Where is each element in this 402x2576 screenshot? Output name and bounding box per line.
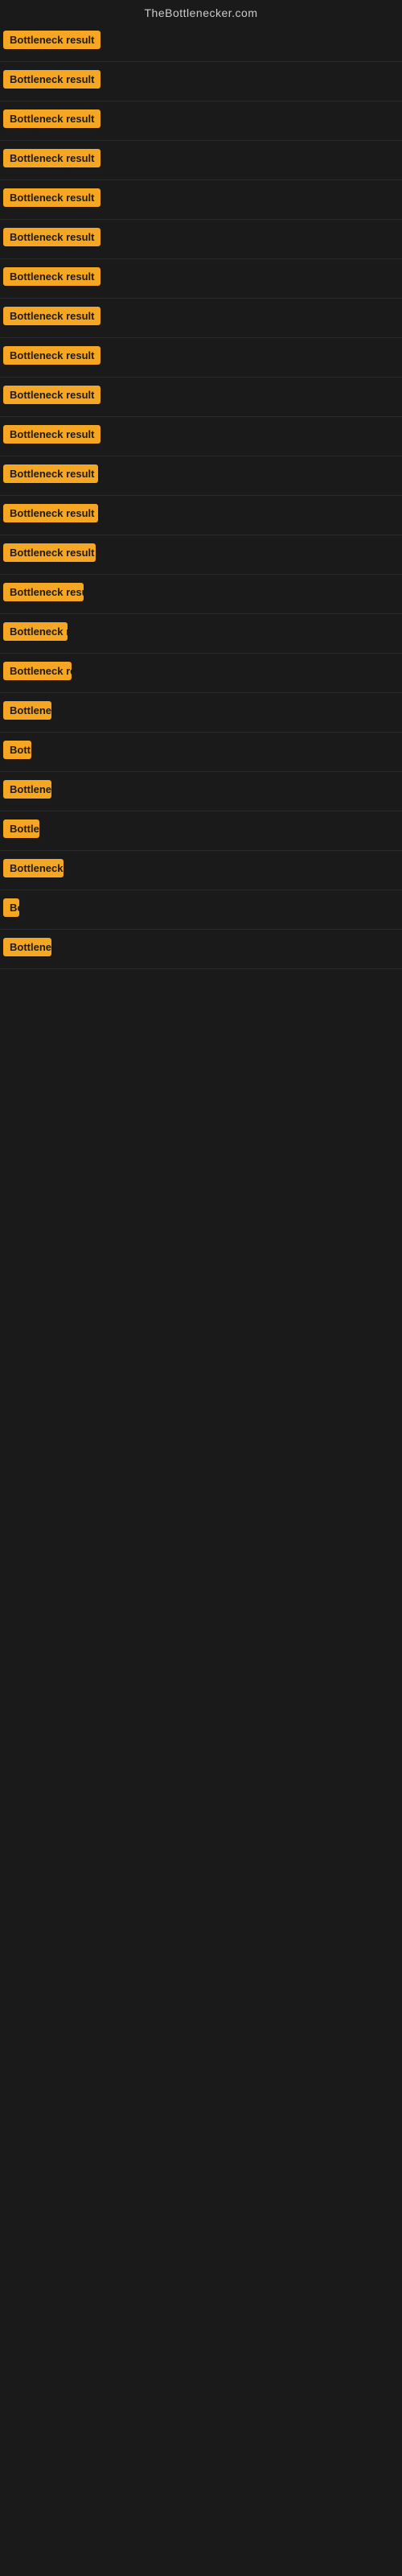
bottleneck-badge[interactable]: Bottleneck result <box>3 780 51 799</box>
result-row: Bottleneck result <box>0 851 402 890</box>
bottleneck-badge[interactable]: Bottleneck result <box>3 109 100 128</box>
result-row: Bottleneck result <box>0 733 402 772</box>
bottleneck-badge[interactable]: Bottleneck result <box>3 346 100 365</box>
bottleneck-badge[interactable]: Bottleneck result <box>3 819 39 838</box>
result-row: Bottleneck result <box>0 141 402 180</box>
result-row: Bottleneck result <box>0 890 402 930</box>
bottleneck-badge[interactable]: Bottleneck result <box>3 662 72 680</box>
result-row: Bottleneck result <box>0 535 402 575</box>
result-row: Bottleneck result <box>0 575 402 614</box>
bottleneck-badge[interactable]: Bottleneck result <box>3 386 100 404</box>
bottleneck-badge[interactable]: Bottleneck result <box>3 188 100 207</box>
bottleneck-badge[interactable]: Bottleneck result <box>3 938 51 956</box>
empty-space <box>0 969 402 2177</box>
bottleneck-badge[interactable]: Bottleneck result <box>3 464 98 483</box>
result-row: Bottleneck result <box>0 220 402 259</box>
bottleneck-badge[interactable]: Bottleneck result <box>3 267 100 286</box>
bottleneck-badge[interactable]: Bottleneck result <box>3 622 68 641</box>
result-row: Bottleneck result <box>0 654 402 693</box>
result-row: Bottleneck result <box>0 930 402 969</box>
bottleneck-badge[interactable]: Bottleneck result <box>3 701 51 720</box>
bottleneck-badge[interactable]: Bottleneck result <box>3 425 100 444</box>
result-row: Bottleneck result <box>0 338 402 378</box>
site-header: TheBottlenecker.com <box>0 0 402 23</box>
bottleneck-badge[interactable]: Bottleneck result <box>3 307 100 325</box>
bottleneck-badge[interactable]: Bottleneck result <box>3 31 100 49</box>
result-row: Bottleneck result <box>0 101 402 141</box>
result-row: Bottleneck result <box>0 496 402 535</box>
result-row: Bottleneck result <box>0 23 402 62</box>
result-row: Bottleneck result <box>0 417 402 456</box>
result-row: Bottleneck result <box>0 259 402 299</box>
result-row: Bottleneck result <box>0 62 402 101</box>
bottleneck-badge[interactable]: Bottleneck result <box>3 228 100 246</box>
bottleneck-badge[interactable]: Bottleneck result <box>3 898 19 917</box>
result-row: Bottleneck result <box>0 456 402 496</box>
bottleneck-badge[interactable]: Bottleneck result <box>3 741 31 759</box>
result-row: Bottleneck result <box>0 811 402 851</box>
bottleneck-badge[interactable]: Bottleneck result <box>3 583 84 601</box>
result-row: Bottleneck result <box>0 614 402 654</box>
result-row: Bottleneck result <box>0 378 402 417</box>
bottleneck-badge[interactable]: Bottleneck result <box>3 859 64 877</box>
result-row: Bottleneck result <box>0 299 402 338</box>
bottleneck-badge[interactable]: Bottleneck result <box>3 543 96 562</box>
bottleneck-badge[interactable]: Bottleneck result <box>3 70 100 89</box>
bottleneck-badge[interactable]: Bottleneck result <box>3 149 100 167</box>
bottleneck-badge[interactable]: Bottleneck result <box>3 504 98 522</box>
site-title: TheBottlenecker.com <box>0 0 402 23</box>
result-row: Bottleneck result <box>0 693 402 733</box>
result-row: Bottleneck result <box>0 772 402 811</box>
result-row: Bottleneck result <box>0 180 402 220</box>
